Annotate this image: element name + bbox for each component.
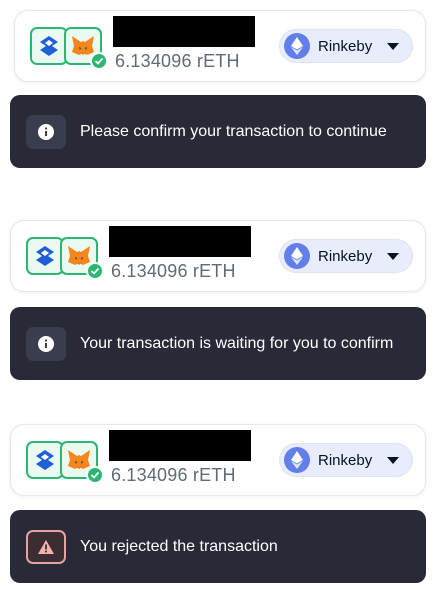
- wallet-address-redacted: [109, 226, 251, 257]
- notification-toast: Please confirm your transaction to conti…: [10, 95, 426, 168]
- ethereum-icon: [284, 243, 310, 269]
- safe-logo-icon: [30, 27, 68, 65]
- network-label: Rinkeby: [318, 451, 373, 469]
- ethereum-icon: [284, 33, 310, 59]
- notification-message: Your transaction is waiting for you to c…: [80, 334, 394, 352]
- network-label: Rinkeby: [318, 37, 373, 55]
- chevron-down-icon: [387, 43, 399, 50]
- wallet-logos: [26, 237, 104, 280]
- wallet-logos: [26, 441, 104, 484]
- network-label: Rinkeby: [318, 247, 373, 265]
- check-icon: [86, 262, 104, 280]
- info-icon: [26, 327, 66, 361]
- chevron-down-icon: [387, 457, 399, 464]
- wallet-logos: [30, 27, 108, 70]
- wallet-balance: 6.134096 rETH: [111, 465, 236, 485]
- network-select[interactable]: Rinkeby: [279, 443, 413, 477]
- network-select[interactable]: Rinkeby: [279, 239, 413, 273]
- warning-icon: [26, 530, 66, 564]
- wallet-address-redacted: [109, 430, 251, 461]
- chevron-down-icon: [387, 253, 399, 260]
- notification-message: You rejected the transaction: [80, 537, 278, 555]
- safe-logo-icon: [26, 237, 64, 275]
- wallet-card: 6.134096 rETH Rinkeby: [10, 220, 426, 292]
- wallet-balance: 6.134096 rETH: [115, 51, 240, 71]
- notification-toast-error: You rejected the transaction: [10, 510, 426, 583]
- wallet-card: 6.134096 rETH Rinkeby: [10, 424, 426, 496]
- safe-logo-icon: [26, 441, 64, 479]
- notification-message: Please confirm your transaction to conti…: [80, 122, 387, 140]
- network-select[interactable]: Rinkeby: [279, 29, 413, 63]
- ethereum-icon: [284, 447, 310, 473]
- info-icon: [26, 115, 66, 149]
- check-icon: [90, 52, 108, 70]
- notification-toast: Your transaction is waiting for you to c…: [10, 307, 426, 380]
- wallet-balance: 6.134096 rETH: [111, 261, 236, 281]
- wallet-address-redacted: [113, 16, 255, 47]
- check-icon: [86, 466, 104, 484]
- wallet-card: 6.134096 rETH Rinkeby: [14, 10, 426, 82]
